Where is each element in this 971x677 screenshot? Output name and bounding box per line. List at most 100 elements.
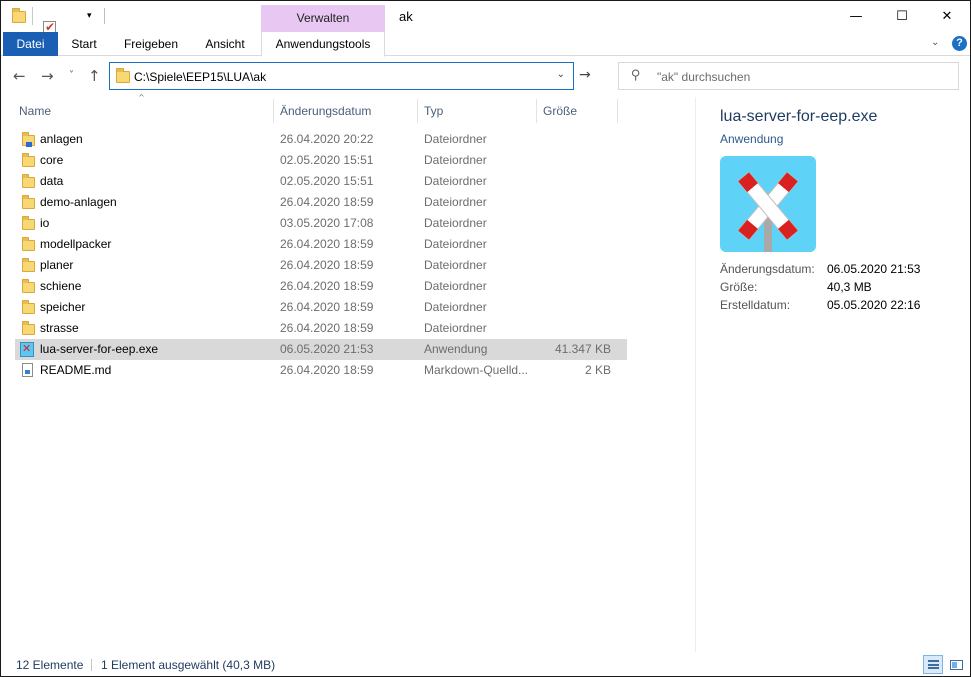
file-name: data [40, 174, 64, 188]
file-type: Dateiordner [424, 300, 487, 314]
folder-icon [22, 258, 35, 272]
file-date: 26.04.2020 18:59 [280, 195, 374, 209]
file-rows: anlagen 26.04.2020 20:22 Dateiordner core 02… [1, 129, 695, 381]
file-type: Dateiordner [424, 195, 487, 209]
column-divider[interactable] [273, 99, 274, 123]
file-name: speicher [40, 300, 86, 314]
file-size: 41.347 KB [554, 342, 611, 356]
file-row[interactable]: core 02.05.2020 15:51 Dateiordner [15, 150, 627, 171]
help-icon[interactable]: ? [952, 36, 967, 51]
folder-icon [22, 237, 35, 251]
file-row[interactable]: schiene 26.04.2020 18:59 Dateiordner [15, 276, 627, 297]
large-icons-view-icon [950, 660, 963, 670]
property-value: 06.05.2020 21:53 [827, 262, 921, 276]
address-path[interactable]: C:\Spiele\EEP15\LUA\ak [134, 70, 266, 84]
file-row[interactable]: lua-server-for-eep.exe 06.05.2020 21:53 An… [15, 339, 627, 360]
context-tab-header: Verwalten [261, 5, 385, 32]
file-row[interactable]: data 02.05.2020 15:51 Dateiordner [15, 171, 627, 192]
ribbon-tabs: Datei Start Freigeben Ansicht Anwendungs… [1, 32, 970, 57]
file-type: Dateiordner [424, 237, 487, 251]
file-type: Anwendung [424, 342, 488, 356]
title-bar: ▾ Verwalten ak — ☐ ✕ [1, 1, 970, 49]
column-header-name[interactable]: Name [19, 104, 51, 118]
folder-icon [22, 321, 35, 335]
app-icon [720, 156, 816, 252]
tab-start[interactable]: Start [63, 32, 105, 56]
search-placeholder: "ak" durchsuchen [657, 70, 751, 84]
application-icon [20, 342, 34, 357]
maximize-button[interactable]: ☐ [879, 1, 925, 32]
tab-anwendungstools[interactable]: Anwendungstools [261, 32, 385, 57]
search-icon: ⚲ [631, 68, 641, 83]
file-date: 02.05.2020 15:51 [280, 153, 374, 167]
document-icon [22, 363, 33, 377]
forward-button[interactable]: → [41, 67, 54, 85]
folder-icon [22, 174, 35, 188]
chevron-down-icon[interactable]: ⌄ [931, 37, 939, 48]
file-name: io [40, 216, 50, 230]
column-header-size[interactable]: Größe [543, 104, 577, 118]
file-name: schiene [40, 279, 82, 293]
recent-locations-button[interactable]: ˅ [69, 70, 74, 81]
file-type: Markdown-Quelld... [424, 363, 529, 377]
file-row[interactable]: speicher 26.04.2020 18:59 Dateiordner [15, 297, 627, 318]
column-divider[interactable] [617, 99, 618, 123]
file-row[interactable]: strasse 26.04.2020 18:59 Dateiordner [15, 318, 627, 339]
details-view-icon [928, 660, 939, 669]
selection-info: 1 Element ausgewählt (40,3 MB) [101, 658, 276, 672]
back-button[interactable]: ← [13, 67, 26, 85]
window-title: ak [399, 9, 413, 24]
details-title: lua-server-for-eep.exe [720, 108, 878, 125]
tab-ansicht[interactable]: Ansicht [197, 32, 253, 56]
file-date: 26.04.2020 18:59 [280, 300, 374, 314]
up-button[interactable]: ↑ [88, 67, 101, 85]
item-count: 12 Elemente [16, 658, 84, 672]
file-row[interactable]: planer 26.04.2020 18:59 Dateiordner [15, 255, 627, 276]
lua-badge-icon [26, 142, 32, 147]
column-header-date[interactable]: Änderungsdatum [280, 104, 371, 118]
file-type: Dateiordner [424, 258, 487, 272]
close-button[interactable]: ✕ [924, 1, 970, 32]
file-type: Dateiordner [424, 321, 487, 335]
customize-quick-access-icon[interactable]: ▾ [87, 11, 92, 21]
column-divider[interactable] [536, 99, 537, 123]
address-bar[interactable]: C:\Spiele\EEP15\LUA\ak ⌄ [109, 62, 574, 90]
title-divider [104, 8, 105, 24]
sort-ascending-icon: ^ [138, 93, 145, 102]
file-name: README.md [40, 363, 112, 377]
property-key: Änderungsdatum: [720, 262, 815, 276]
details-pane: lua-server-for-eep.exe Anwendung Änderun… [695, 97, 970, 652]
file-size: 2 KB [584, 363, 611, 377]
file-date: 26.04.2020 18:59 [280, 321, 374, 335]
chevron-down-icon[interactable]: ⌄ [557, 69, 565, 80]
file-name: modellpacker [40, 237, 112, 251]
property-row: Erstelldatum: 05.05.2020 22:16 [720, 298, 950, 316]
tab-datei[interactable]: Datei [3, 32, 58, 56]
search-input[interactable]: ⚲ "ak" durchsuchen [618, 62, 959, 90]
tab-freigeben[interactable]: Freigeben [115, 32, 187, 56]
file-name: demo-anlagen [40, 195, 117, 209]
file-row[interactable]: README.md 26.04.2020 18:59 Markdown-Quelld… [15, 360, 627, 381]
file-name: strasse [40, 321, 79, 335]
file-row[interactable]: io 03.05.2020 17:08 Dateiordner [15, 213, 627, 234]
large-icons-view-button[interactable] [946, 655, 966, 674]
property-value: 05.05.2020 22:16 [827, 298, 921, 312]
property-row: Größe: 40,3 MB [720, 280, 950, 298]
property-key: Größe: [720, 280, 758, 294]
column-divider[interactable] [417, 99, 418, 123]
property-key: Erstelldatum: [720, 298, 791, 312]
column-headers: ^ Name Änderungsdatum Typ Größe [1, 93, 695, 125]
navigation-bar: ← → ˅ ↑ C:\Spiele\EEP15\LUA\ak ⌄ → ⚲ "ak… [1, 57, 970, 97]
file-row[interactable]: anlagen 26.04.2020 20:22 Dateiordner [15, 129, 627, 150]
minimize-button[interactable]: — [833, 1, 879, 32]
folder-icon [22, 132, 35, 147]
file-row[interactable]: demo-anlagen 26.04.2020 18:59 Dateiordner [15, 192, 627, 213]
column-header-type[interactable]: Typ [424, 104, 443, 118]
details-type: Anwendung [720, 132, 784, 146]
file-row[interactable]: modellpacker 26.04.2020 18:59 Dateiordner [15, 234, 627, 255]
go-button[interactable]: → [579, 67, 591, 83]
file-date: 26.04.2020 18:59 [280, 237, 374, 251]
file-date: 02.05.2020 15:51 [280, 174, 374, 188]
file-name: core [40, 153, 64, 167]
details-view-button[interactable] [923, 655, 943, 674]
